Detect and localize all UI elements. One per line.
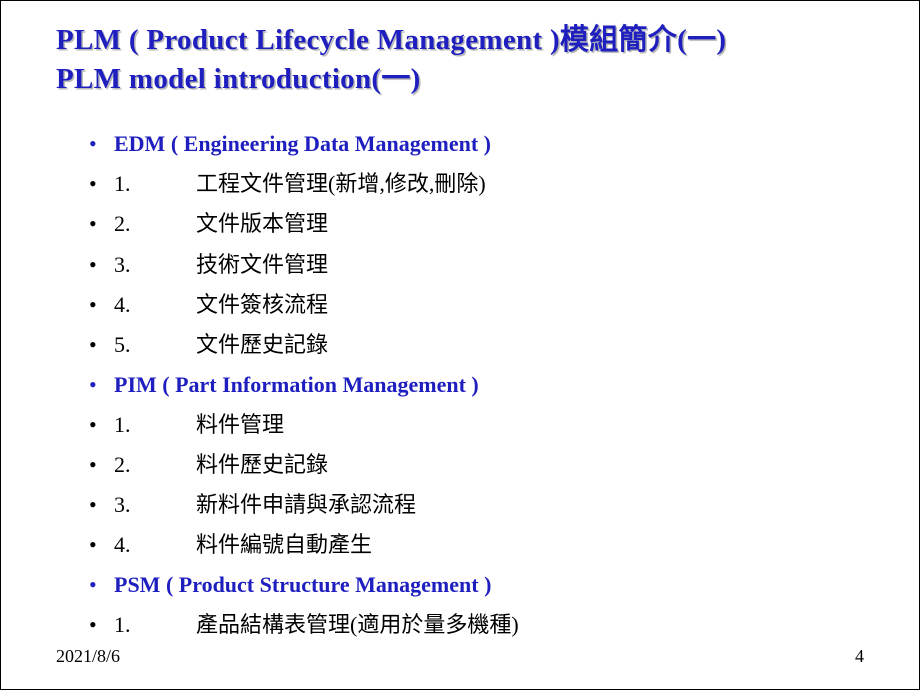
bullet-icon: • — [84, 207, 114, 241]
title-line-1: PLM ( Product Lifecycle Management )模組簡介… — [56, 21, 864, 60]
list-item: • 3. 新料件申請與承認流程 — [84, 488, 864, 522]
section-heading: PSM ( Product Structure Management ) — [114, 568, 491, 602]
item-number: 2. — [114, 207, 196, 241]
item-number: 4. — [114, 288, 196, 322]
footer-date: 2021/8/6 — [56, 646, 120, 667]
item-text: 料件管理 — [196, 408, 284, 442]
bullet-icon: • — [84, 488, 114, 522]
bullet-icon: • — [84, 568, 114, 602]
item-text: 新料件申請與承認流程 — [196, 488, 416, 522]
bullet-icon: • — [84, 328, 114, 362]
item-number: 2. — [114, 448, 196, 482]
section-heading: EDM ( Engineering Data Management ) — [114, 127, 491, 161]
list-item: • 1. 工程文件管理(新增,修改,刪除) — [84, 167, 864, 201]
item-number: 3. — [114, 248, 196, 282]
item-text: 產品結構表管理(適用於量多機種) — [196, 608, 519, 642]
item-text: 技術文件管理 — [196, 248, 328, 282]
list-item: • 1. 料件管理 — [84, 408, 864, 442]
bullet-icon: • — [84, 167, 114, 201]
bullet-icon: • — [84, 608, 114, 642]
bullet-icon: • — [84, 127, 114, 161]
item-number: 1. — [114, 408, 196, 442]
title-block: PLM ( Product Lifecycle Management )模組簡介… — [56, 21, 864, 99]
item-text: 文件版本管理 — [196, 207, 328, 241]
item-number: 3. — [114, 488, 196, 522]
bullet-icon: • — [84, 528, 114, 562]
bullet-icon: • — [84, 408, 114, 442]
item-text: 文件歷史記錄 — [196, 328, 328, 362]
list-item: • 4. 文件簽核流程 — [84, 288, 864, 322]
item-number: 1. — [114, 608, 196, 642]
section-heading-row: • EDM ( Engineering Data Management ) — [84, 127, 864, 161]
list-item: • 4. 料件編號自動產生 — [84, 528, 864, 562]
bullet-icon: • — [84, 288, 114, 322]
section-heading: PIM ( Part Information Management ) — [114, 368, 479, 402]
list-item: • 2. 料件歷史記錄 — [84, 448, 864, 482]
item-text: 文件簽核流程 — [196, 288, 328, 322]
section-heading-row: • PIM ( Part Information Management ) — [84, 368, 864, 402]
section-heading-row: • PSM ( Product Structure Management ) — [84, 568, 864, 602]
list-item: • 1. 產品結構表管理(適用於量多機種) — [84, 608, 864, 642]
bullet-icon: • — [84, 248, 114, 282]
slide-container: PLM ( Product Lifecycle Management )模組簡介… — [1, 1, 919, 689]
item-text: 工程文件管理(新增,修改,刪除) — [196, 167, 486, 201]
list-item: • 2. 文件版本管理 — [84, 207, 864, 241]
item-text: 料件歷史記錄 — [196, 448, 328, 482]
item-number: 5. — [114, 328, 196, 362]
content-area: • EDM ( Engineering Data Management ) • … — [56, 127, 864, 642]
item-number: 1. — [114, 167, 196, 201]
item-number: 4. — [114, 528, 196, 562]
footer: 2021/8/6 4 — [56, 646, 864, 667]
bullet-icon: • — [84, 368, 114, 402]
footer-page-number: 4 — [855, 646, 864, 667]
title-line-2: PLM model introduction(一) — [56, 60, 864, 99]
bullet-icon: • — [84, 448, 114, 482]
item-text: 料件編號自動產生 — [196, 528, 372, 562]
list-item: • 3. 技術文件管理 — [84, 248, 864, 282]
list-item: • 5. 文件歷史記錄 — [84, 328, 864, 362]
